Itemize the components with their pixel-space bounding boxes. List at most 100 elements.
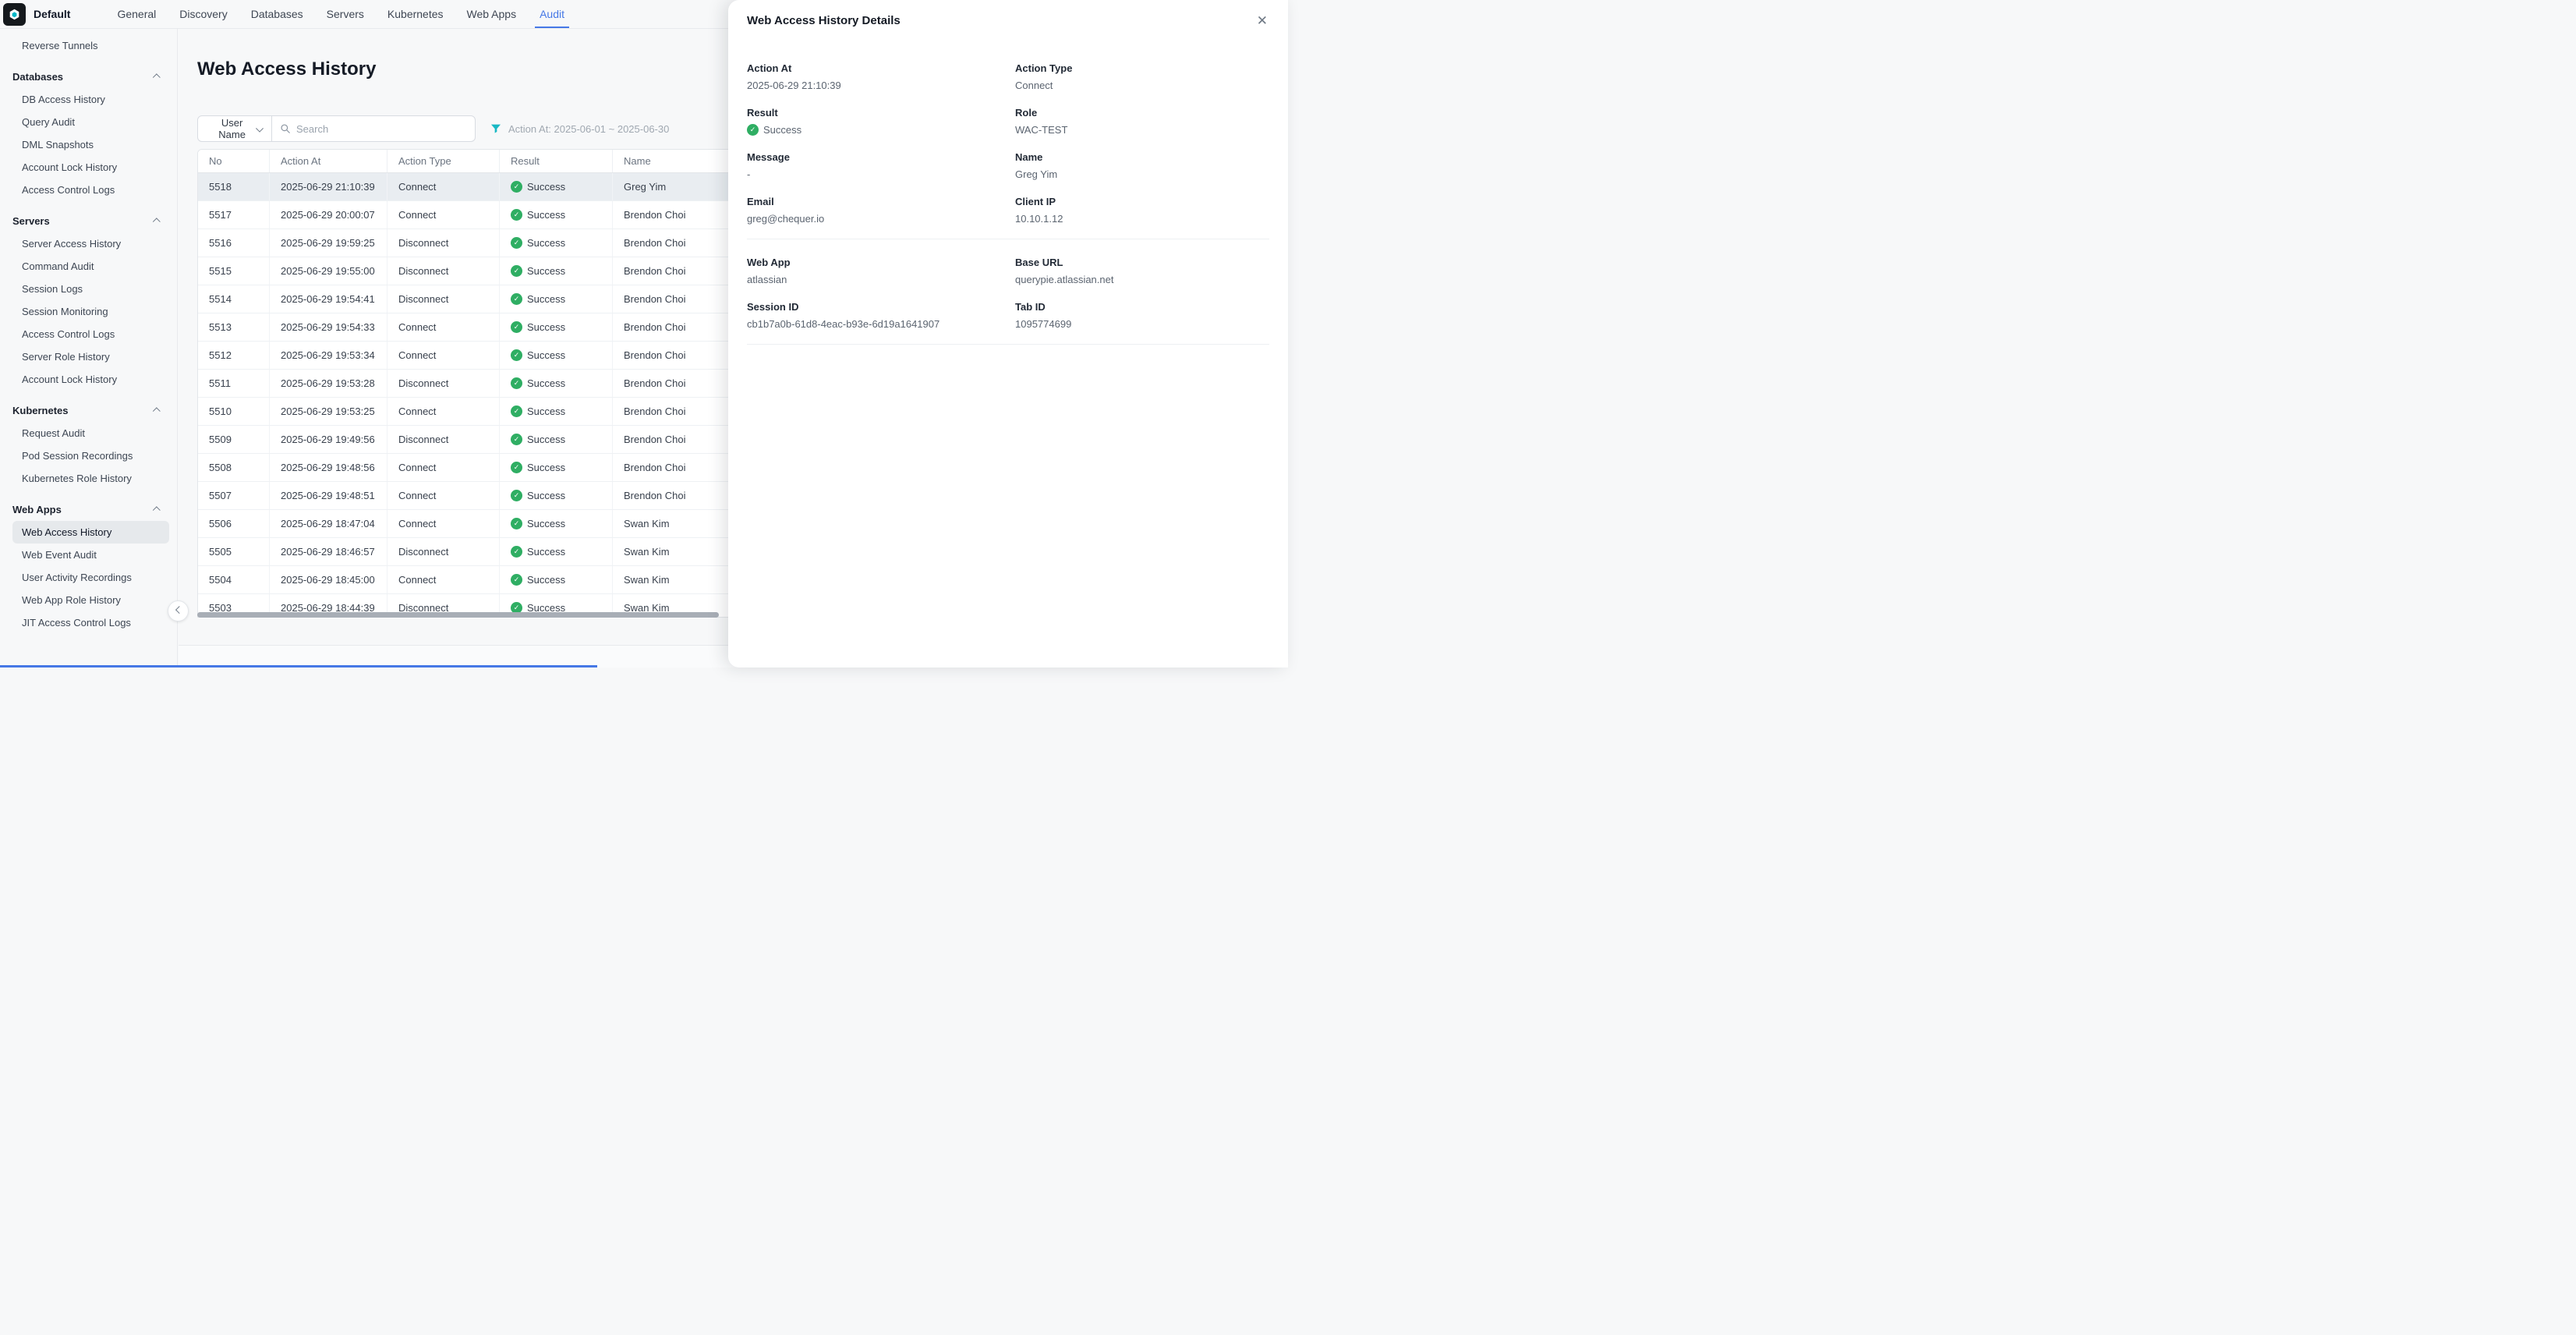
cell-action_at: 2025-06-29 18:45:00 — [270, 566, 387, 593]
chevron-up-icon — [153, 218, 161, 225]
cell-action_type: Connect — [387, 201, 500, 228]
sidebar-item-server-access-history[interactable]: Server Access History — [12, 232, 169, 255]
sidebar-item-jit-access-control-logs[interactable]: JIT Access Control Logs — [12, 611, 169, 634]
date-filter[interactable]: Action At: 2025-06-01 ~ 2025-06-30 — [508, 123, 669, 135]
sidebar-item-web-event-audit[interactable]: Web Event Audit — [12, 544, 169, 566]
field-label: Result — [747, 107, 1015, 119]
tab-general[interactable]: General — [117, 0, 156, 28]
cell-action_at: 2025-06-29 21:10:39 — [270, 173, 387, 200]
result-label: Success — [527, 405, 565, 417]
field-value: WAC-TEST — [1015, 124, 1269, 136]
sidebar-item-account-lock-history[interactable]: Account Lock History — [12, 156, 169, 179]
sidebar-item-request-audit[interactable]: Request Audit — [12, 422, 169, 444]
result-label: Success — [527, 490, 565, 501]
sidebar-item-session-logs[interactable]: Session Logs — [12, 278, 169, 300]
tab-audit[interactable]: Audit — [540, 0, 564, 28]
sidebar-nav: Reverse Tunnels DatabasesDB Access Histor… — [0, 34, 177, 634]
field-label: Action Type — [1015, 62, 1269, 74]
field-role: RoleWAC-TEST — [1015, 107, 1269, 136]
sidebar-item-server-role-history[interactable]: Server Role History — [12, 345, 169, 368]
details-panel: Web Access History Details ✕ Action At20… — [728, 0, 1288, 668]
sidebar-section-web-apps[interactable]: Web Apps — [0, 498, 177, 521]
cell-action_type: Connect — [387, 313, 500, 341]
filter-icon[interactable] — [490, 122, 502, 135]
sidebar-item-query-audit[interactable]: Query Audit — [12, 111, 169, 133]
filter-bar: User Name Action At: 2025-06-01 ~ 2025-0… — [197, 115, 669, 142]
workspace-name[interactable]: Default — [34, 8, 70, 20]
field-base-url: Base URLquerypie.atlassian.net — [1015, 257, 1269, 285]
sidebar-item-web-app-role-history[interactable]: Web App Role History — [12, 589, 169, 611]
sidebar-item-pod-session-recordings[interactable]: Pod Session Recordings — [12, 444, 169, 467]
sidebar-item-db-access-history[interactable]: DB Access History — [12, 88, 169, 111]
cell-no: 5513 — [198, 313, 270, 341]
app-logo[interactable] — [3, 3, 26, 26]
tab-web-apps[interactable]: Web Apps — [467, 0, 517, 28]
cell-no: 5511 — [198, 370, 270, 397]
search-input[interactable] — [296, 123, 467, 135]
field-message: Message - — [747, 151, 1015, 180]
chevron-up-icon — [153, 73, 161, 81]
cell-result: ✓ Success — [500, 398, 613, 425]
column-header-no: No — [198, 150, 270, 172]
sidebar-collapse-button[interactable] — [168, 600, 189, 621]
sidebar-section-servers[interactable]: Servers — [0, 209, 177, 232]
cell-action_at: 2025-06-29 19:48:51 — [270, 482, 387, 509]
sidebar-item-kubernetes-role-history[interactable]: Kubernetes Role History — [12, 467, 169, 490]
sidebar-item-dml-snapshots[interactable]: DML Snapshots — [12, 133, 169, 156]
cell-no: 5509 — [198, 426, 270, 453]
success-icon: ✓ — [511, 181, 522, 193]
sidebar-item-user-activity-recordings[interactable]: User Activity Recordings — [12, 566, 169, 589]
sidebar-item-web-access-history[interactable]: Web Access History — [12, 521, 169, 544]
cell-action_at: 2025-06-29 19:59:25 — [270, 229, 387, 257]
sidebar-item-session-monitoring[interactable]: Session Monitoring — [12, 300, 169, 323]
success-icon: ✓ — [511, 405, 522, 417]
field-value: 2025-06-29 21:10:39 — [747, 80, 1015, 91]
field-action-type: Action TypeConnect — [1015, 62, 1269, 91]
success-icon: ✓ — [511, 490, 522, 501]
column-header-action-type: Action Type — [387, 150, 500, 172]
panel-header: Web Access History Details ✕ — [728, 0, 1288, 41]
field-label: Message — [747, 151, 1015, 163]
chevron-left-icon — [175, 606, 183, 614]
cell-result: ✓Success — [500, 313, 613, 341]
column-header-action-at: Action At — [270, 150, 387, 172]
sidebar-item-command-audit[interactable]: Command Audit — [12, 255, 169, 278]
sidebar-section-databases[interactable]: Databases — [0, 65, 177, 88]
field-action-at: Action At2025-06-29 21:10:39 — [747, 62, 1015, 91]
search-field-selector[interactable]: User Name — [197, 115, 272, 142]
success-icon: ✓ — [511, 574, 522, 586]
field-value: querypie.atlassian.net — [1015, 274, 1269, 285]
logo-icon — [8, 8, 21, 21]
panel-field-grid: Action At2025-06-29 21:10:39Action TypeC… — [747, 62, 1269, 225]
success-icon: ✓ — [511, 377, 522, 389]
close-icon[interactable]: ✕ — [1255, 12, 1269, 29]
sidebar-item-access-control-logs[interactable]: Access Control Logs — [12, 323, 169, 345]
tab-kubernetes[interactable]: Kubernetes — [387, 0, 444, 28]
chevron-up-icon — [153, 506, 161, 514]
tab-discovery[interactable]: Discovery — [179, 0, 227, 28]
field-value: - — [747, 168, 1015, 180]
horizontal-scrollbar[interactable] — [197, 612, 719, 618]
nav-tabs: General Discovery Databases Servers Kubernet… — [117, 0, 564, 28]
cell-result: ✓Success — [500, 426, 613, 453]
sidebar: Reverse Tunnels DatabasesDB Access Histor… — [0, 29, 178, 668]
success-icon: ✓ — [511, 349, 522, 361]
result-label: Success — [527, 546, 565, 558]
field-value-text: Success — [763, 124, 801, 136]
sidebar-item-account-lock-history[interactable]: Account Lock History — [12, 368, 169, 391]
result-label: Success — [527, 237, 565, 249]
result-label: Success — [527, 349, 565, 361]
panel-divider — [747, 344, 1269, 345]
tab-servers[interactable]: Servers — [327, 0, 364, 28]
cell-action_type: Connect — [387, 566, 500, 593]
cell-action_type: Connect — [387, 398, 500, 425]
tab-databases[interactable]: Databases — [251, 0, 303, 28]
field-label: Session ID — [747, 301, 1015, 313]
sidebar-item-reverse-tunnels[interactable]: Reverse Tunnels — [12, 34, 169, 57]
sidebar-section-kubernetes[interactable]: Kubernetes — [0, 398, 177, 422]
sidebar-item-access-control-logs[interactable]: Access Control Logs — [12, 179, 169, 201]
cell-action_at: 2025-06-29 19:49:56 — [270, 426, 387, 453]
search-field-label: User Name — [207, 117, 257, 140]
sidebar-section-label: Servers — [12, 215, 50, 227]
cell-action_type: Connect — [387, 510, 500, 537]
